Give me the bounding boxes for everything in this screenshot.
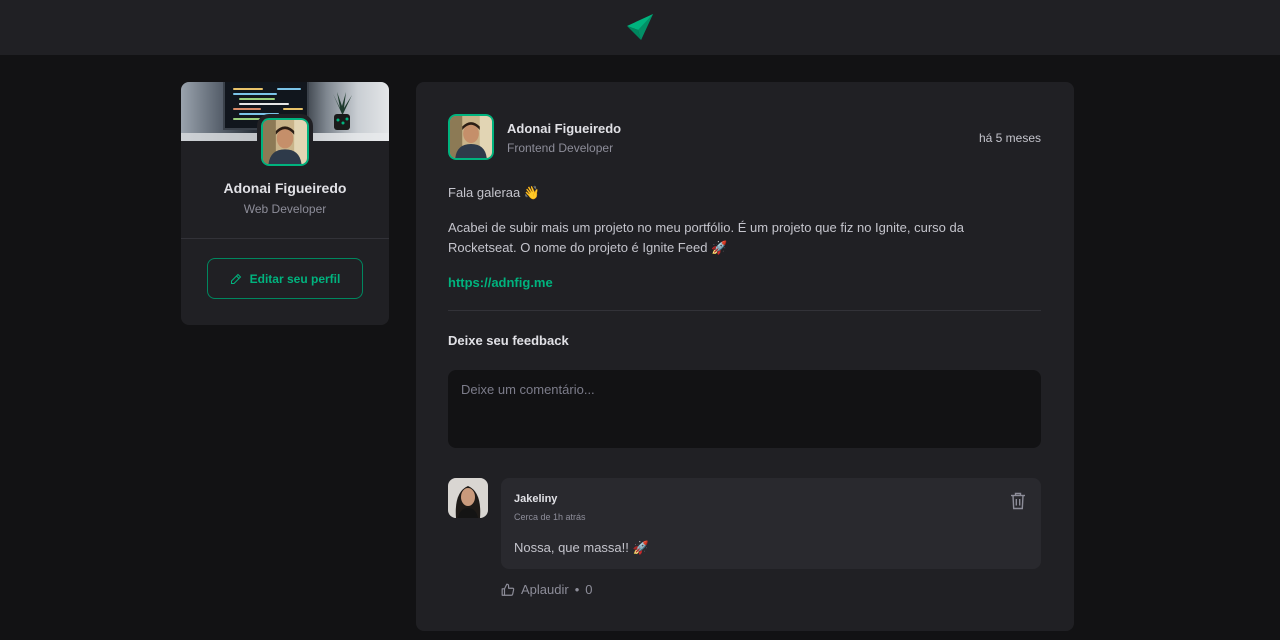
pencil-icon bbox=[230, 273, 241, 284]
profile-divider bbox=[181, 238, 389, 239]
comment-timestamp: Cerca de 1h atrás bbox=[514, 512, 586, 522]
applaud-separator: • bbox=[574, 582, 580, 597]
post-author-avatar[interactable] bbox=[444, 110, 498, 164]
comment-author-avatar[interactable] bbox=[448, 478, 488, 518]
post-greeting: Fala galeraa 👋 bbox=[448, 185, 541, 200]
applaud-label: Aplaudir bbox=[521, 582, 569, 597]
trash-icon bbox=[1011, 492, 1025, 510]
profile-name: Adonai Figueiredo bbox=[223, 180, 347, 196]
applaud-button[interactable]: Aplaudir • 0 bbox=[501, 582, 593, 597]
post-body: Acabei de subir mais um projeto no meu p… bbox=[448, 220, 964, 255]
feedback-title: Deixe seu feedback bbox=[448, 333, 569, 348]
comment-text: Nossa, que massa!! 🚀 bbox=[514, 540, 649, 555]
post-card: Adonai Figueiredo Frontend Developer há … bbox=[416, 82, 1074, 631]
post-link[interactable]: https://adnfig.me bbox=[448, 275, 553, 290]
profile-sidebar: Adonai Figueiredo Web Developer Editar s… bbox=[181, 82, 389, 325]
post-timestamp: há 5 meses bbox=[978, 131, 1041, 145]
post-divider bbox=[448, 310, 1041, 311]
delete-comment-button[interactable] bbox=[1009, 492, 1027, 510]
applaud-count: 0 bbox=[585, 582, 593, 597]
profile-role: Web Developer bbox=[243, 202, 327, 216]
comment-box: Jakeliny Cerca de 1h atrás Nossa, que ma… bbox=[501, 478, 1041, 569]
ignite-feed-logo-icon bbox=[627, 13, 653, 40]
comment-textarea[interactable] bbox=[448, 370, 1041, 448]
post-author-role: Frontend Developer bbox=[507, 141, 614, 155]
edit-profile-label: Editar seu perfil bbox=[249, 271, 341, 286]
post-content: Fala galeraa 👋 Acabei de subir mais um p… bbox=[448, 183, 1008, 308]
profile-avatar[interactable] bbox=[257, 114, 313, 170]
app-header bbox=[0, 0, 1280, 55]
comment-author: Jakeliny bbox=[514, 493, 558, 505]
post-author-name: Adonai Figueiredo bbox=[507, 121, 622, 136]
edit-profile-button[interactable]: Editar seu perfil bbox=[207, 258, 363, 299]
thumbs-up-icon bbox=[501, 583, 515, 596]
